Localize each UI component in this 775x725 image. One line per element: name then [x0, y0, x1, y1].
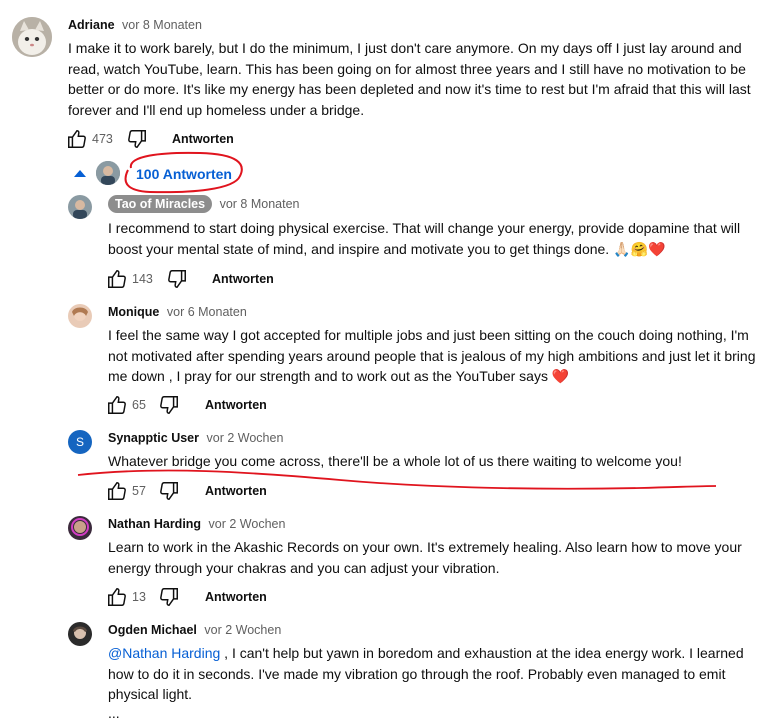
- comment-text: I make it to work barely, but I do the m…: [68, 40, 751, 118]
- creator-avatar: [96, 161, 120, 185]
- person-avatar-icon: [96, 161, 120, 185]
- mention-link[interactable]: @Nathan Harding: [108, 645, 220, 661]
- avatar[interactable]: S: [68, 430, 92, 454]
- comment-header: Ogden Michael vor 2 Wochen: [108, 623, 281, 637]
- triangle-up-icon: [74, 170, 86, 177]
- reply-button[interactable]: Antworten: [205, 590, 267, 604]
- thumbs-up-icon[interactable]: [106, 268, 128, 290]
- comment-text: @Nathan Harding , I can't help but yawn …: [108, 643, 763, 705]
- reply-button[interactable]: Antworten: [212, 272, 274, 286]
- avatar[interactable]: [68, 516, 92, 540]
- comment-actions: 13 Antworten: [106, 586, 306, 610]
- author-name[interactable]: Synapptic User: [108, 431, 199, 445]
- comment-header: Nathan Harding vor 2 Wochen: [108, 517, 285, 531]
- like-count: 57: [132, 484, 146, 498]
- thumbs-down-icon[interactable]: [166, 268, 188, 290]
- author-name[interactable]: Monique: [108, 305, 159, 319]
- person-avatar-icon: [68, 622, 92, 646]
- comment-text: I recommend to start doing physical exer…: [108, 220, 741, 257]
- person-avatar-icon: [68, 195, 92, 219]
- like-count: 13: [132, 590, 146, 604]
- comment-header: Tao of Miracles vor 8 Monaten: [108, 195, 300, 213]
- comment-actions: 473 Antworten: [66, 128, 266, 152]
- thumbs-down-icon[interactable]: [158, 480, 180, 502]
- comment-time[interactable]: vor 2 Wochen: [207, 431, 284, 445]
- comment-time[interactable]: vor 8 Monaten: [122, 18, 202, 32]
- thumbs-down-icon[interactable]: [158, 586, 180, 608]
- reply-button[interactable]: Antworten: [205, 484, 267, 498]
- reply-button[interactable]: Antworten: [205, 398, 267, 412]
- thumbs-down-icon[interactable]: [158, 394, 180, 416]
- comment-header: Adriane vor 8 Monaten: [68, 18, 202, 32]
- comment-actions: 143 Antworten: [106, 268, 306, 292]
- author-name[interactable]: Nathan Harding: [108, 517, 201, 531]
- author-name-chip[interactable]: Tao of Miracles: [108, 195, 213, 213]
- thumbs-up-icon[interactable]: [106, 394, 128, 416]
- comment-text: I feel the same way I got accepted for m…: [108, 327, 756, 384]
- thumbs-up-icon[interactable]: [106, 586, 128, 608]
- like-count: 143: [132, 272, 153, 286]
- author-name[interactable]: Adriane: [68, 18, 115, 32]
- comment-header: Synapptic User vor 2 Wochen: [108, 431, 283, 445]
- comment-header: Monique vor 6 Monaten: [108, 305, 247, 319]
- comment-time[interactable]: vor 8 Monaten: [220, 197, 300, 211]
- comment-actions: 65 Antworten: [106, 394, 306, 418]
- thumbs-up-icon[interactable]: [106, 480, 128, 502]
- avatar[interactable]: [68, 304, 92, 328]
- like-count: 65: [132, 398, 146, 412]
- avatar[interactable]: [68, 195, 92, 219]
- reply-button[interactable]: Antworten: [172, 132, 234, 146]
- show-more-ellipsis[interactable]: ...: [108, 703, 120, 724]
- comment-time[interactable]: vor 6 Monaten: [167, 305, 247, 319]
- person-avatar-icon: [68, 304, 92, 328]
- comment-text: Learn to work in the Akashic Records on …: [108, 539, 742, 576]
- comment-time[interactable]: vor 2 Wochen: [204, 623, 281, 637]
- replies-count-label[interactable]: 100 Antworten: [136, 166, 232, 182]
- avatar[interactable]: [68, 622, 92, 646]
- person-avatar-icon: [68, 516, 92, 540]
- thumbs-up-icon[interactable]: [66, 128, 88, 150]
- comment-actions: 57 Antworten: [106, 480, 306, 504]
- comment-text: Whatever bridge you come across, there'l…: [108, 453, 682, 469]
- author-name[interactable]: Ogden Michael: [108, 623, 197, 637]
- avatar-letter: S: [75, 435, 84, 449]
- cat-avatar-icon: [12, 17, 52, 57]
- comment-time[interactable]: vor 2 Wochen: [209, 517, 286, 531]
- like-count: 473: [92, 132, 113, 146]
- avatar[interactable]: [12, 17, 52, 57]
- thumbs-down-icon[interactable]: [126, 128, 148, 150]
